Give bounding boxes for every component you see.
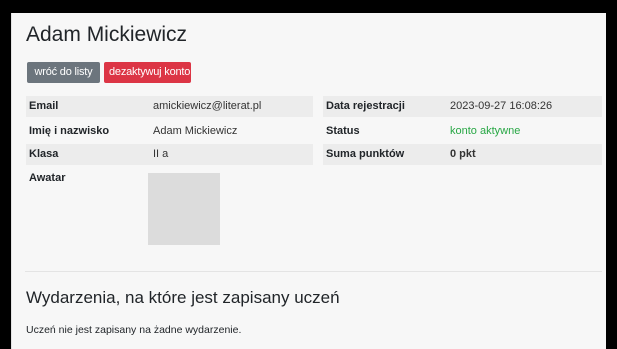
events-empty-message: Uczeń nie jest zapisany na żadne wydarze… (26, 324, 242, 336)
registration-date-value: 2023-09-27 16:08:26 (445, 96, 602, 117)
student-details-card: Adam Mickiewicz wróć do listy dezaktywuj… (11, 13, 606, 349)
class-value: II a (148, 144, 313, 165)
points-total-value: 0 pkt (445, 144, 602, 165)
status-value: konto aktywne (450, 125, 521, 137)
full-name-label: Imię i nazwisko (29, 125, 110, 137)
status-label: Status (326, 125, 360, 137)
page-title: Adam Mickiewicz (26, 23, 188, 46)
back-to-list-button[interactable]: wróć do listy (27, 62, 100, 83)
events-section-title: Wydarzenia, na które jest zapisany uczeń (26, 288, 340, 307)
registration-date-label: Data rejestracji (323, 96, 445, 117)
avatar-image-placeholder (148, 173, 220, 245)
class-label: Klasa (26, 144, 148, 165)
email-label: Email (26, 96, 148, 117)
deactivate-account-button[interactable]: dezaktywuj konto (104, 62, 191, 83)
full-name-value: Adam Mickiewicz (153, 125, 238, 137)
avatar-label: Awatar (29, 172, 66, 184)
email-value: amickiewicz@literat.pl (148, 96, 313, 117)
points-total-label: Suma punktów (323, 144, 445, 165)
section-divider (25, 271, 602, 272)
